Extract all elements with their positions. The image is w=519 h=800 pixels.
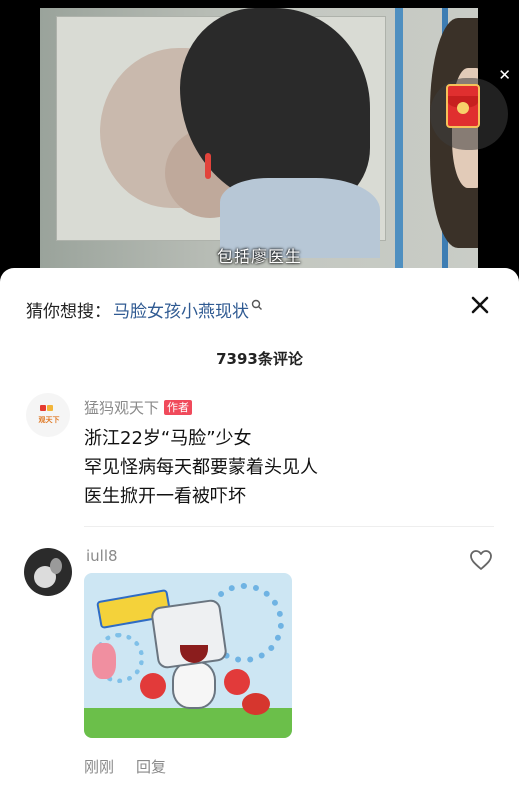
reply-button[interactable]: 回复 [136,756,166,777]
divider [84,526,494,527]
search-suggestion-prefix: 猜你想搜： [26,301,111,322]
video-subject-earring [205,153,211,179]
close-icon[interactable]: ✕ [498,66,511,84]
comment-sticker-image[interactable] [84,573,292,738]
video-background-stripe [395,8,403,270]
comment-time: 刚刚 [84,758,115,776]
red-packet-widget[interactable] [430,78,508,150]
post-line: 浙江22岁“马脸”少女 [84,428,252,449]
author-name[interactable]: 猛犸观天下 [84,397,159,418]
video-frame [40,8,478,270]
post-line: 罕见怪病每天都要蒙着头见人 [84,457,318,478]
close-icon[interactable] [471,296,489,314]
search-icon [251,299,262,310]
author-post-text: 浙江22岁“马脸”少女 罕见怪病每天都要蒙着头见人 医生掀开一看被吓坏 [84,424,318,511]
video-player[interactable]: 包括廖医生 ✕ [0,0,519,290]
avatar[interactable]: 观天下 [26,393,70,437]
search-suggestion-term[interactable]: 马脸女孩小燕现状 [113,297,249,322]
author-line: 猛犸观天下 作者 [84,397,193,418]
comment-count: 7393条评论 [216,350,303,368]
red-packet-icon[interactable] [446,84,480,128]
video-subtitle: 包括廖医生 [216,247,302,266]
author-badge: 作者 [164,400,193,415]
search-suggestion[interactable]: 猜你想搜： 马脸女孩小燕现状 [26,296,263,322]
comment-meta: 刚刚 回复 [84,756,166,777]
comment-sheet: 猜你想搜： 马脸女孩小燕现状 7393条评论 观天下 猛犸观天下 作者 浙江22… [0,268,519,800]
commenter-name[interactable]: iull8 [86,547,118,565]
post-line: 医生掀开一看被吓坏 [84,486,246,507]
heart-icon[interactable] [469,549,493,571]
avatar-logo-text: 观天下 [38,416,60,424]
avatar[interactable] [24,548,72,596]
